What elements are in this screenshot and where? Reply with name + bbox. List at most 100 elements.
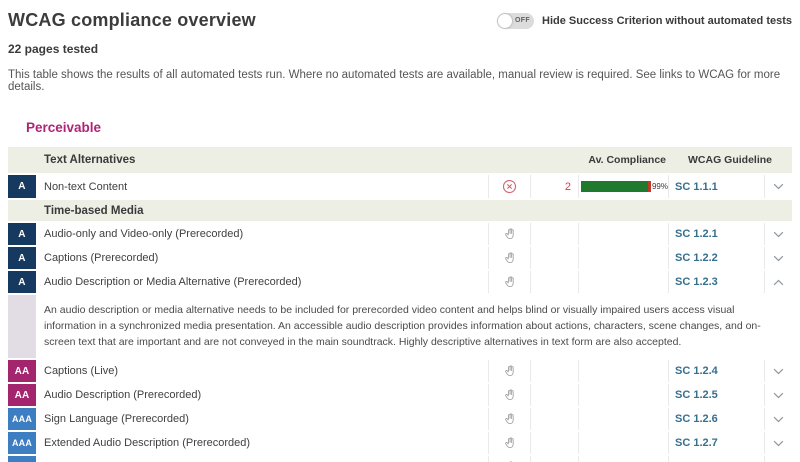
page-header: WCAG compliance overview OFF Hide Succes… — [8, 10, 792, 31]
criterion-name: Non-text Content — [36, 175, 488, 198]
group-title: Time-based Media — [36, 200, 488, 221]
criterion-name: Sign Language (Prerecorded) — [36, 408, 488, 430]
wcag-guideline-cell: SC 1.2.8 — [668, 456, 764, 462]
level-badge: AA — [8, 360, 36, 382]
wcag-guideline-link[interactable]: SC 1.1.1 — [675, 181, 718, 193]
table-row[interactable]: AAA Extended Audio Description (Prerecor… — [8, 432, 792, 456]
level-badge: AAA — [8, 432, 36, 454]
wcag-guideline-cell: SC 1.2.5 — [668, 384, 764, 406]
toggle-label: Hide Success Criterion without automated… — [542, 15, 792, 27]
level-badge: A — [8, 247, 36, 269]
compliance-bar-cell — [578, 360, 668, 382]
chevron-down-icon[interactable] — [764, 175, 792, 198]
wcag-guideline-link[interactable]: SC 1.2.1 — [675, 228, 718, 240]
wcag-guideline-link[interactable]: SC 1.2.6 — [675, 413, 718, 425]
chevron-down-icon[interactable] — [764, 432, 792, 454]
wcag-guideline-link[interactable]: SC 1.2.5 — [675, 389, 718, 401]
column-header-wcag-guideline: WCAG Guideline — [668, 147, 792, 173]
table-row[interactable]: A Non-text Content 2 99% SC 1.1.1 — [8, 175, 792, 200]
fail-count — [530, 271, 578, 293]
group-title: Text Alternatives — [36, 147, 488, 173]
principle-heading: Perceivable — [26, 120, 792, 135]
criterion-name: Extended Audio Description (Prerecorded) — [36, 432, 488, 454]
table-row[interactable]: AAA Media Alternative (Prerecorded) SC 1… — [8, 456, 792, 462]
wcag-guideline-link[interactable]: SC 1.2.2 — [675, 252, 718, 264]
level-badge: A — [8, 223, 36, 245]
fail-count: 2 — [530, 175, 578, 198]
criterion-name: Audio Description or Media Alternative (… — [36, 271, 488, 293]
table-row[interactable]: A Audio-only and Video-only (Prerecorded… — [8, 223, 792, 247]
manual-review-hand-icon — [488, 360, 530, 382]
fail-count — [530, 432, 578, 454]
table-row[interactable]: A Audio Description or Media Alternative… — [8, 271, 792, 295]
compliance-bar-cell — [578, 408, 668, 430]
compliance-bar-cell — [578, 384, 668, 406]
wcag-guideline-link[interactable]: SC 1.2.3 — [675, 276, 718, 288]
group-header-text-alternatives: Text Alternatives Av. Compliance WCAG Gu… — [8, 147, 792, 175]
hide-criteria-toggle-group: OFF Hide Success Criterion without autom… — [497, 13, 792, 29]
compliance-bar-cell: 99% — [578, 175, 668, 198]
wcag-guideline-cell: SC 1.1.1 — [668, 175, 764, 198]
manual-review-hand-icon — [488, 456, 530, 462]
expanded-row-level-column — [8, 295, 36, 358]
expanded-description-row: An audio description or media alternativ… — [8, 295, 792, 360]
compliance-bar-cell — [578, 456, 668, 462]
wcag-guideline-cell: SC 1.2.7 — [668, 432, 764, 454]
chevron-down-icon[interactable] — [764, 456, 792, 462]
table-row[interactable]: AA Audio Description (Prerecorded) SC 1.… — [8, 384, 792, 408]
fail-count — [530, 360, 578, 382]
criterion-name: Captions (Prerecorded) — [36, 247, 488, 269]
wcag-guideline-link[interactable]: SC 1.2.7 — [675, 437, 718, 449]
fail-count — [530, 384, 578, 406]
manual-review-hand-icon — [488, 432, 530, 454]
level-badge: A — [8, 175, 36, 198]
compliance-percentage: 99% — [652, 182, 668, 191]
compliance-bar-pass — [581, 181, 648, 192]
compliance-table: Text Alternatives Av. Compliance WCAG Gu… — [8, 147, 792, 462]
toggle-state-label: OFF — [515, 17, 530, 24]
level-badge: A — [8, 271, 36, 293]
column-header-av-compliance: Av. Compliance — [530, 147, 668, 173]
manual-review-hand-icon — [488, 271, 530, 293]
status-cell — [488, 175, 530, 198]
toggle-switch[interactable]: OFF — [497, 13, 534, 29]
chevron-up-icon[interactable] — [764, 271, 792, 293]
fail-circle-x-icon — [502, 179, 517, 194]
criterion-name: Audio-only and Video-only (Prerecorded) — [36, 223, 488, 245]
manual-review-hand-icon — [488, 247, 530, 269]
group-header-time-based-media: Time-based Media — [8, 200, 792, 223]
wcag-guideline-cell: SC 1.2.2 — [668, 247, 764, 269]
level-badge: AA — [8, 384, 36, 406]
page-description: This table shows the results of all auto… — [8, 69, 792, 93]
compliance-bar — [581, 181, 651, 192]
compliance-bar-cell — [578, 223, 668, 245]
manual-review-hand-icon — [488, 408, 530, 430]
page: WCAG compliance overview OFF Hide Succes… — [0, 0, 800, 462]
table-row[interactable]: AA Captions (Live) SC 1.2.4 — [8, 360, 792, 384]
manual-review-hand-icon — [488, 384, 530, 406]
criterion-description: An audio description or media alternativ… — [36, 295, 792, 358]
chevron-down-icon[interactable] — [764, 247, 792, 269]
pages-tested-subtitle: 22 pages tested — [8, 42, 792, 56]
wcag-guideline-cell: SC 1.2.4 — [668, 360, 764, 382]
chevron-down-icon[interactable] — [764, 408, 792, 430]
criterion-name: Captions (Live) — [36, 360, 488, 382]
fail-count — [530, 223, 578, 245]
wcag-guideline-link[interactable]: SC 1.2.4 — [675, 365, 718, 377]
compliance-bar-fail — [648, 181, 651, 192]
fail-count — [530, 408, 578, 430]
compliance-bar-cell — [578, 432, 668, 454]
compliance-bar-cell — [578, 271, 668, 293]
manual-review-hand-icon — [488, 223, 530, 245]
compliance-bar-cell — [578, 247, 668, 269]
page-title: WCAG compliance overview — [8, 10, 256, 31]
chevron-down-icon[interactable] — [764, 384, 792, 406]
chevron-down-icon[interactable] — [764, 360, 792, 382]
wcag-guideline-cell: SC 1.2.6 — [668, 408, 764, 430]
level-badge: AAA — [8, 456, 36, 462]
criterion-name: Media Alternative (Prerecorded) — [36, 456, 488, 462]
table-row[interactable]: AAA Sign Language (Prerecorded) SC 1.2.6 — [8, 408, 792, 432]
fail-count — [530, 247, 578, 269]
chevron-down-icon[interactable] — [764, 223, 792, 245]
table-row[interactable]: A Captions (Prerecorded) SC 1.2.2 — [8, 247, 792, 271]
